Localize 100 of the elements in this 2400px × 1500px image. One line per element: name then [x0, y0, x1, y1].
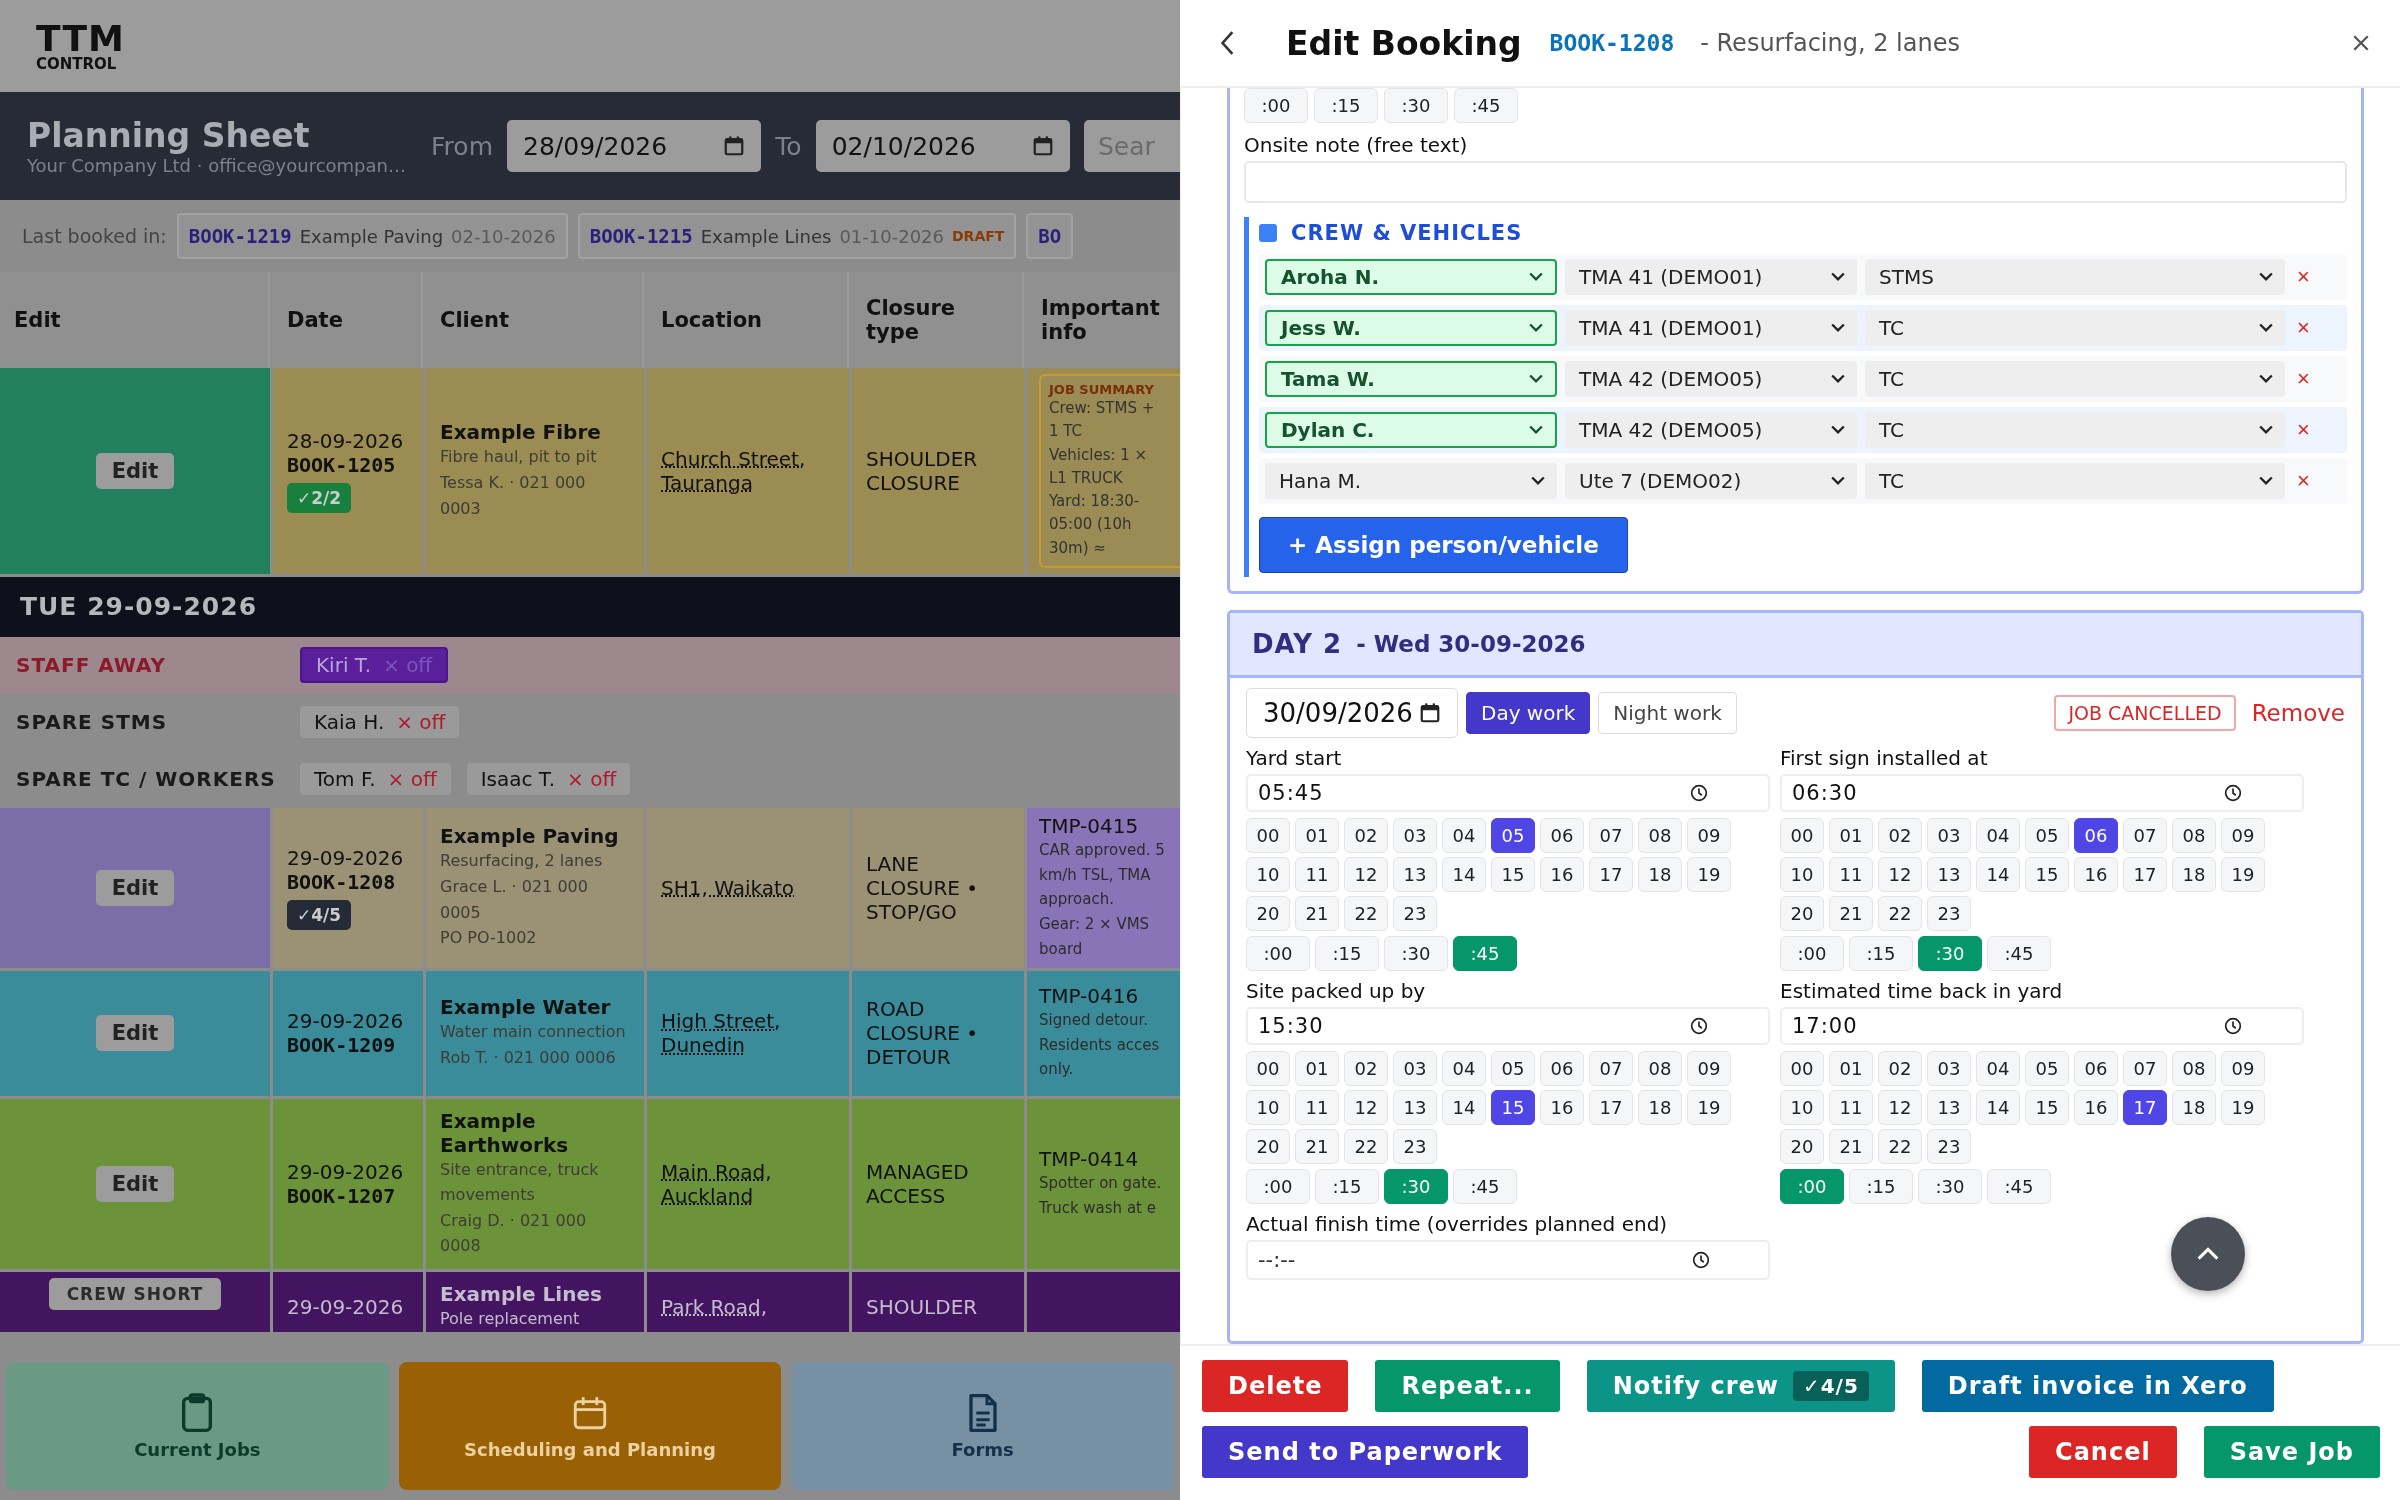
from-date-field[interactable]: 28/09/2026: [507, 120, 762, 172]
vehicle-select[interactable]: TMA 42 (DEMO05): [1565, 412, 1857, 448]
hour-chip[interactable]: 15: [1491, 1090, 1535, 1125]
work-mode-toggle[interactable]: Day work: [1466, 692, 1591, 734]
edit-button[interactable]: Edit: [95, 1165, 175, 1202]
role-select[interactable]: TC: [1865, 412, 2285, 448]
close-icon[interactable]: [2352, 34, 2370, 52]
minute-chip[interactable]: :30: [1384, 936, 1448, 971]
action-button[interactable]: Notify crew ✓4/5: [1586, 1360, 1895, 1412]
nav-tile[interactable]: Scheduling and Planning: [398, 1362, 782, 1490]
hour-chip[interactable]: 15: [1491, 857, 1535, 892]
hour-chip[interactable]: 02: [1878, 1051, 1922, 1086]
hour-chip[interactable]: 13: [1393, 1090, 1437, 1125]
minute-chip[interactable]: :15: [1314, 88, 1378, 123]
hour-chip[interactable]: 06: [1540, 1051, 1584, 1086]
minute-chip[interactable]: :45: [1987, 1169, 2051, 1204]
hour-chip[interactable]: 11: [1829, 1090, 1873, 1125]
role-select[interactable]: TC: [1865, 310, 2285, 346]
hour-chip[interactable]: 10: [1246, 1090, 1290, 1125]
hour-chip[interactable]: 21: [1295, 1129, 1339, 1164]
remove-button[interactable]: ×: [2293, 468, 2314, 494]
minute-chip[interactable]: :00: [1244, 88, 1308, 123]
hour-chip[interactable]: 23: [1927, 1129, 1971, 1164]
hour-chip[interactable]: 07: [2123, 818, 2167, 853]
hour-chip[interactable]: 05: [1491, 1051, 1535, 1086]
hour-chip[interactable]: 06: [2074, 818, 2118, 853]
hour-chip[interactable]: 05: [2025, 1051, 2069, 1086]
hour-chip[interactable]: 17: [2123, 1090, 2167, 1125]
hour-chip[interactable]: 23: [1393, 1129, 1437, 1164]
hour-chip[interactable]: 07: [1589, 1051, 1633, 1086]
hour-chip[interactable]: 09: [1687, 1051, 1731, 1086]
action-button[interactable]: Cancel: [2029, 1426, 2177, 1478]
hour-chip[interactable]: 00: [1780, 818, 1824, 853]
action-button[interactable]: Save Job: [2203, 1426, 2380, 1478]
hour-chip[interactable]: 07: [1589, 818, 1633, 853]
action-button[interactable]: Delete: [1202, 1360, 1349, 1412]
to-date-field[interactable]: 02/10/2026: [815, 120, 1070, 172]
hour-chip[interactable]: 17: [2123, 857, 2167, 892]
person-select[interactable]: Hana M.: [1265, 463, 1557, 499]
hour-chip[interactable]: 19: [1687, 1090, 1731, 1125]
staff-chip[interactable]: Kaia H. × off: [300, 706, 460, 739]
location-link[interactable]: Main Road, Auckland: [661, 1159, 835, 1208]
minute-chip[interactable]: :45: [1453, 1169, 1517, 1204]
minute-chip[interactable]: :15: [1849, 936, 1913, 971]
hour-chip[interactable]: 16: [2074, 857, 2118, 892]
minute-chip[interactable]: :00: [1246, 1169, 1310, 1204]
hour-chip[interactable]: 18: [2172, 857, 2216, 892]
location-link[interactable]: High Street, Dunedin: [661, 1009, 835, 1057]
staff-chip[interactable]: Isaac T. × off: [466, 763, 631, 796]
hour-chip[interactable]: 16: [2074, 1090, 2118, 1125]
hour-chip[interactable]: 09: [2221, 818, 2265, 853]
edit-button[interactable]: Edit: [95, 869, 175, 906]
hour-chip[interactable]: 08: [1638, 1051, 1682, 1086]
hour-chip[interactable]: 12: [1344, 857, 1388, 892]
hour-chip[interactable]: 11: [1295, 857, 1339, 892]
hour-chip[interactable]: 13: [1393, 857, 1437, 892]
vehicle-select[interactable]: TMA 41 (DEMO01): [1565, 310, 1857, 346]
person-select[interactable]: Aroha N.: [1265, 259, 1557, 295]
action-button[interactable]: Send to Paperwork: [1202, 1426, 1529, 1478]
hour-chip[interactable]: 22: [1878, 896, 1922, 931]
hour-chip[interactable]: 07: [2123, 1051, 2167, 1086]
hour-chip[interactable]: 03: [1927, 818, 1971, 853]
hour-chip[interactable]: 20: [1246, 1129, 1290, 1164]
hour-chip[interactable]: 09: [1687, 818, 1731, 853]
location-link[interactable]: Church Street, Tauranga: [661, 446, 835, 495]
hour-chip[interactable]: 03: [1393, 818, 1437, 853]
hour-chip[interactable]: 12: [1878, 857, 1922, 892]
hour-chip[interactable]: 00: [1780, 1051, 1824, 1086]
minute-chip[interactable]: :45: [1454, 88, 1518, 123]
hour-chip[interactable]: 23: [1393, 896, 1437, 931]
hour-chip[interactable]: 14: [1976, 857, 2020, 892]
hour-chip[interactable]: 21: [1295, 896, 1339, 931]
person-select[interactable]: Dylan C.: [1265, 412, 1557, 448]
hour-chip[interactable]: 16: [1540, 857, 1584, 892]
hour-chip[interactable]: 00: [1246, 1051, 1290, 1086]
hour-chip[interactable]: 19: [1687, 857, 1731, 892]
hour-chip[interactable]: 19: [2221, 857, 2265, 892]
time-field[interactable]: 15:30: [1246, 1007, 1770, 1045]
hour-chip[interactable]: 11: [1829, 857, 1873, 892]
hour-chip[interactable]: 20: [1780, 1129, 1824, 1164]
remove-button[interactable]: ×: [2293, 417, 2314, 443]
hour-chip[interactable]: 12: [1344, 1090, 1388, 1125]
hour-chip[interactable]: 01: [1829, 1051, 1873, 1086]
minute-chip[interactable]: :30: [1918, 1169, 1982, 1204]
hour-chip[interactable]: 22: [1344, 896, 1388, 931]
hour-chip[interactable]: 04: [1976, 818, 2020, 853]
hour-chip[interactable]: 18: [2172, 1090, 2216, 1125]
hour-chip[interactable]: 10: [1780, 857, 1824, 892]
work-mode-toggle[interactable]: Night work: [1598, 692, 1737, 734]
time-field[interactable]: 05:45: [1246, 774, 1770, 812]
hour-chip[interactable]: 17: [1589, 1090, 1633, 1125]
location-link[interactable]: Park Road,: [661, 1294, 835, 1319]
minute-chip[interactable]: :30: [1918, 936, 1982, 971]
hour-chip[interactable]: 09: [2221, 1051, 2265, 1086]
minute-chip[interactable]: :00: [1246, 936, 1310, 971]
hour-chip[interactable]: 21: [1829, 896, 1873, 931]
onsite-note-field[interactable]: [1244, 161, 2347, 203]
hour-chip[interactable]: 18: [1638, 1090, 1682, 1125]
assign-button[interactable]: + Assign person/vehicle: [1259, 517, 1628, 573]
edit-button[interactable]: Edit: [95, 1015, 175, 1051]
